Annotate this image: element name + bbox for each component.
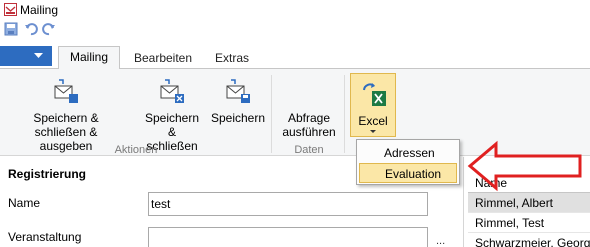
event-label: Veranstaltung bbox=[8, 230, 82, 244]
excel-export-icon bbox=[363, 83, 386, 106]
envelope-save-icon bbox=[226, 79, 250, 103]
run-query-label: Abfrage ausführen bbox=[282, 111, 336, 139]
group-label-actions: Aktionen bbox=[114, 144, 158, 156]
save-close-output-button[interactable]: Speichern & schließen & ausgeben bbox=[2, 69, 130, 153]
envelope-export-icon bbox=[54, 79, 78, 103]
event-field[interactable] bbox=[148, 227, 428, 247]
excel-label: Excel bbox=[358, 114, 388, 128]
file-menu-button[interactable] bbox=[0, 46, 52, 66]
undo-icon[interactable] bbox=[24, 22, 40, 38]
chevron-down-icon bbox=[34, 53, 43, 58]
table-row[interactable]: Schwarzmeier, Georg bbox=[468, 233, 590, 247]
name-label: Name bbox=[8, 196, 41, 210]
tab-bearbeiten[interactable]: Bearbeiten bbox=[126, 48, 200, 68]
name-field[interactable]: test bbox=[148, 192, 428, 216]
window-title: Mailing bbox=[20, 3, 59, 17]
menu-item-evaluation[interactable]: Evaluation bbox=[359, 163, 457, 183]
save-button[interactable]: Speichern bbox=[206, 69, 270, 141]
tab-extras[interactable]: Extras bbox=[206, 48, 258, 68]
save-label: Speichern bbox=[210, 111, 266, 125]
browse-button[interactable]: ... bbox=[436, 235, 445, 247]
chevron-down-icon bbox=[370, 130, 376, 133]
menu-item-adressen[interactable]: Adressen bbox=[359, 143, 457, 163]
table-row[interactable]: Rimmel, Albert bbox=[468, 193, 590, 213]
tab-mailing[interactable]: Mailing bbox=[58, 46, 120, 69]
table-row[interactable]: Rimmel, Test bbox=[468, 213, 590, 233]
ribbon-separator bbox=[271, 75, 272, 153]
red-arrow-annotation bbox=[467, 140, 582, 192]
mailing-window: Mailing Mailing Bearbeiten Extras Speich… bbox=[0, 0, 590, 247]
excel-button[interactable]: Excel bbox=[350, 73, 396, 137]
quick-access-toolbar bbox=[0, 20, 590, 40]
run-query-button[interactable]: Abfrage ausführen bbox=[276, 69, 342, 141]
redo-icon[interactable] bbox=[42, 22, 58, 38]
save-icon[interactable] bbox=[4, 22, 20, 38]
mailing-app-icon bbox=[4, 3, 17, 19]
title-bar: Mailing bbox=[0, 0, 590, 20]
ribbon-separator bbox=[344, 75, 345, 153]
save-close-button[interactable]: Speichern & schließen bbox=[130, 69, 214, 153]
section-title: Registrierung bbox=[8, 167, 87, 181]
envelope-close-icon bbox=[160, 79, 184, 103]
group-label-data: Daten bbox=[294, 144, 324, 156]
excel-dropdown-menu: Adressen Evaluation bbox=[356, 139, 460, 185]
